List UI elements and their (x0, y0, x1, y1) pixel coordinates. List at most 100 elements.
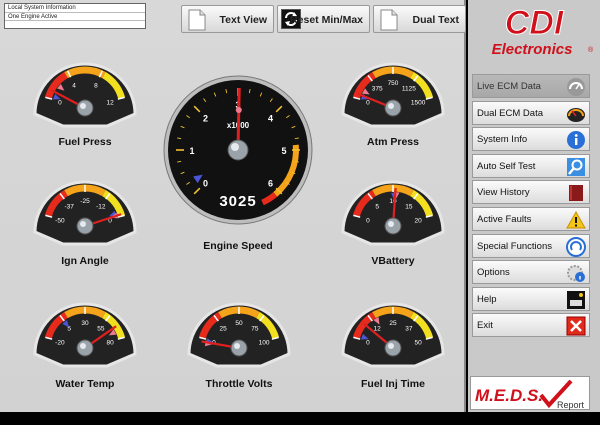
tach-tick-label: 1 (189, 146, 194, 156)
sidebar: CDI Electronics ® Live ECM Data Dual ECM … (468, 0, 600, 412)
vbattery-label: VBattery (371, 255, 415, 267)
meds-report-text: Report (557, 400, 585, 410)
nav-active-faults-button[interactable]: Active Faults (472, 207, 590, 231)
tach-tick-label: 4 (268, 113, 273, 123)
info-icon (567, 131, 585, 150)
dual-gauge-icon (567, 107, 585, 122)
nav-label: Exit (477, 320, 493, 332)
fuel-inj-time-label: Fuel Inj Time (361, 378, 425, 390)
meds-logo: M.E.D.S. Report (475, 379, 585, 410)
gauge-tick-label: 30 (81, 320, 89, 327)
nav-auto-self-test-button[interactable]: Auto Self Test (472, 153, 590, 178)
nav-exit-button[interactable]: Exit (472, 313, 590, 338)
gauge-icon (567, 78, 585, 96)
gauge-tick-label: 1125 (402, 85, 416, 92)
water-temp-label: Water Temp (55, 378, 115, 390)
logo-electronics-text: Electronics (492, 41, 573, 58)
vbattery-gauge: 05101520 (341, 180, 445, 246)
gauge-tick-label: 15 (405, 203, 413, 210)
nav-label: Auto Self Test (477, 160, 536, 172)
taskbar-strip (0, 412, 600, 425)
gauge-panel: Local System Information One Engine Acti… (0, 0, 466, 412)
nav-label: View History (477, 187, 530, 199)
gauge-tick-label: 55 (97, 325, 105, 332)
ign-angle-label: Ign Angle (61, 255, 109, 267)
dual-text-label: Dual Text (412, 14, 459, 26)
document-icon (380, 9, 398, 31)
text-view-label: Text View (219, 14, 267, 26)
reset-minmax-button[interactable]: Reset Min/Max (277, 5, 370, 33)
gauge-hub-shine (388, 343, 394, 349)
gauge-tick-label: 100 (259, 339, 270, 346)
gauge-tick-label: -20 (55, 339, 65, 346)
status-line: Local System Information (5, 4, 145, 13)
gauge-hub-shine (234, 343, 240, 349)
gauge-hub-shine (388, 103, 394, 109)
nav-label: Dual ECM Data (477, 107, 543, 119)
gauge-tick-label: 4 (72, 82, 76, 89)
nav-live-ecm-data-button[interactable]: Live ECM Data (472, 74, 590, 98)
ign-angle-gauge: -50-37-25-120 (33, 180, 137, 246)
throttle-volts-label: Throttle Volts (205, 378, 273, 390)
help-icon (567, 290, 585, 309)
gauge-tick-label: -12 (96, 203, 106, 210)
special-icon (566, 236, 586, 257)
gauge-tick-label: 5 (375, 203, 379, 210)
status-box: Local System Information One Engine Acti… (4, 3, 146, 29)
dual-text-button[interactable]: Dual Text (373, 5, 466, 33)
nav-label: System Info (477, 134, 528, 146)
gauge-tick-label: 80 (106, 339, 114, 346)
gauge-tick-label: 1500 (411, 99, 426, 106)
gauge-hub-shine (80, 221, 86, 227)
fuel-inj-time-gauge: 012253750 (341, 302, 445, 368)
magnifier-icon (567, 157, 585, 176)
gauge-tick-label: 12 (106, 99, 114, 106)
nav-help-button[interactable]: Help (472, 286, 590, 311)
text-view-button[interactable]: Text View (181, 5, 274, 33)
gauge-tick-label: -25 (80, 198, 90, 205)
gauge-tick-label: 25 (220, 325, 228, 332)
nav-view-history-button[interactable]: View History (472, 180, 590, 205)
gauge-tick-label: 37 (405, 325, 413, 332)
tach-hub-shine (231, 143, 239, 151)
tach-tick-label: 6 (268, 179, 273, 189)
nav-special-functions-button[interactable]: Special Functions (472, 233, 590, 258)
gauge-tick-label: 375 (372, 85, 383, 92)
atm-press-label: Atm Press (367, 136, 419, 148)
meds-brand-text: M.E.D.S. (475, 386, 543, 405)
nav-label: Help (477, 293, 497, 305)
throttle-volts-gauge: 0255075100 (187, 302, 291, 368)
fuel-press-gauge: 0 4 8 12 (33, 62, 137, 128)
close-icon (566, 316, 586, 336)
gauge-tick-label: 8 (94, 82, 98, 89)
gauge-tick-label: 25 (389, 320, 397, 327)
gauge-hub-shine (80, 343, 86, 349)
gauge-tick-label: 0 (58, 99, 62, 106)
nav-label: Live ECM Data (477, 81, 541, 92)
nav-label: Active Faults (477, 214, 532, 225)
gauge-hub-shine (80, 103, 86, 109)
meds-report-button[interactable]: M.E.D.S. Report (470, 376, 590, 410)
nav-system-info-button[interactable]: System Info (472, 127, 590, 152)
tach-max-marker (235, 107, 242, 114)
book-icon (569, 185, 583, 202)
nav-dual-ecm-data-button[interactable]: Dual ECM Data (472, 100, 590, 125)
app-window: Local System Information One Engine Acti… (0, 0, 600, 425)
gauge-tick-label: 0 (366, 99, 370, 106)
tach-tick-label: 0 (203, 179, 208, 189)
registered-mark: ® (588, 46, 594, 54)
gauge-hub-shine (388, 221, 394, 227)
nav-label: Special Functions (477, 240, 552, 252)
tach-tick-label: 2 (203, 113, 208, 123)
cdi-logo: CDI Electronics ® (492, 4, 594, 59)
nav-options-button[interactable]: Options (472, 260, 590, 285)
gauge-tick-label: 75 (251, 325, 259, 332)
fuel-press-label: Fuel Press (58, 136, 112, 148)
tach-hub (227, 139, 249, 161)
tach-digital-readout: 3025 (219, 193, 256, 210)
engine-speed-gauge: 0123456x10003025 (163, 75, 313, 225)
tach-tick-label: 5 (281, 146, 286, 156)
atm-press-gauge: 0375 7501125 1500 (341, 62, 445, 128)
gauge-tick-label: -50 (55, 217, 65, 224)
warning-icon (566, 210, 586, 229)
